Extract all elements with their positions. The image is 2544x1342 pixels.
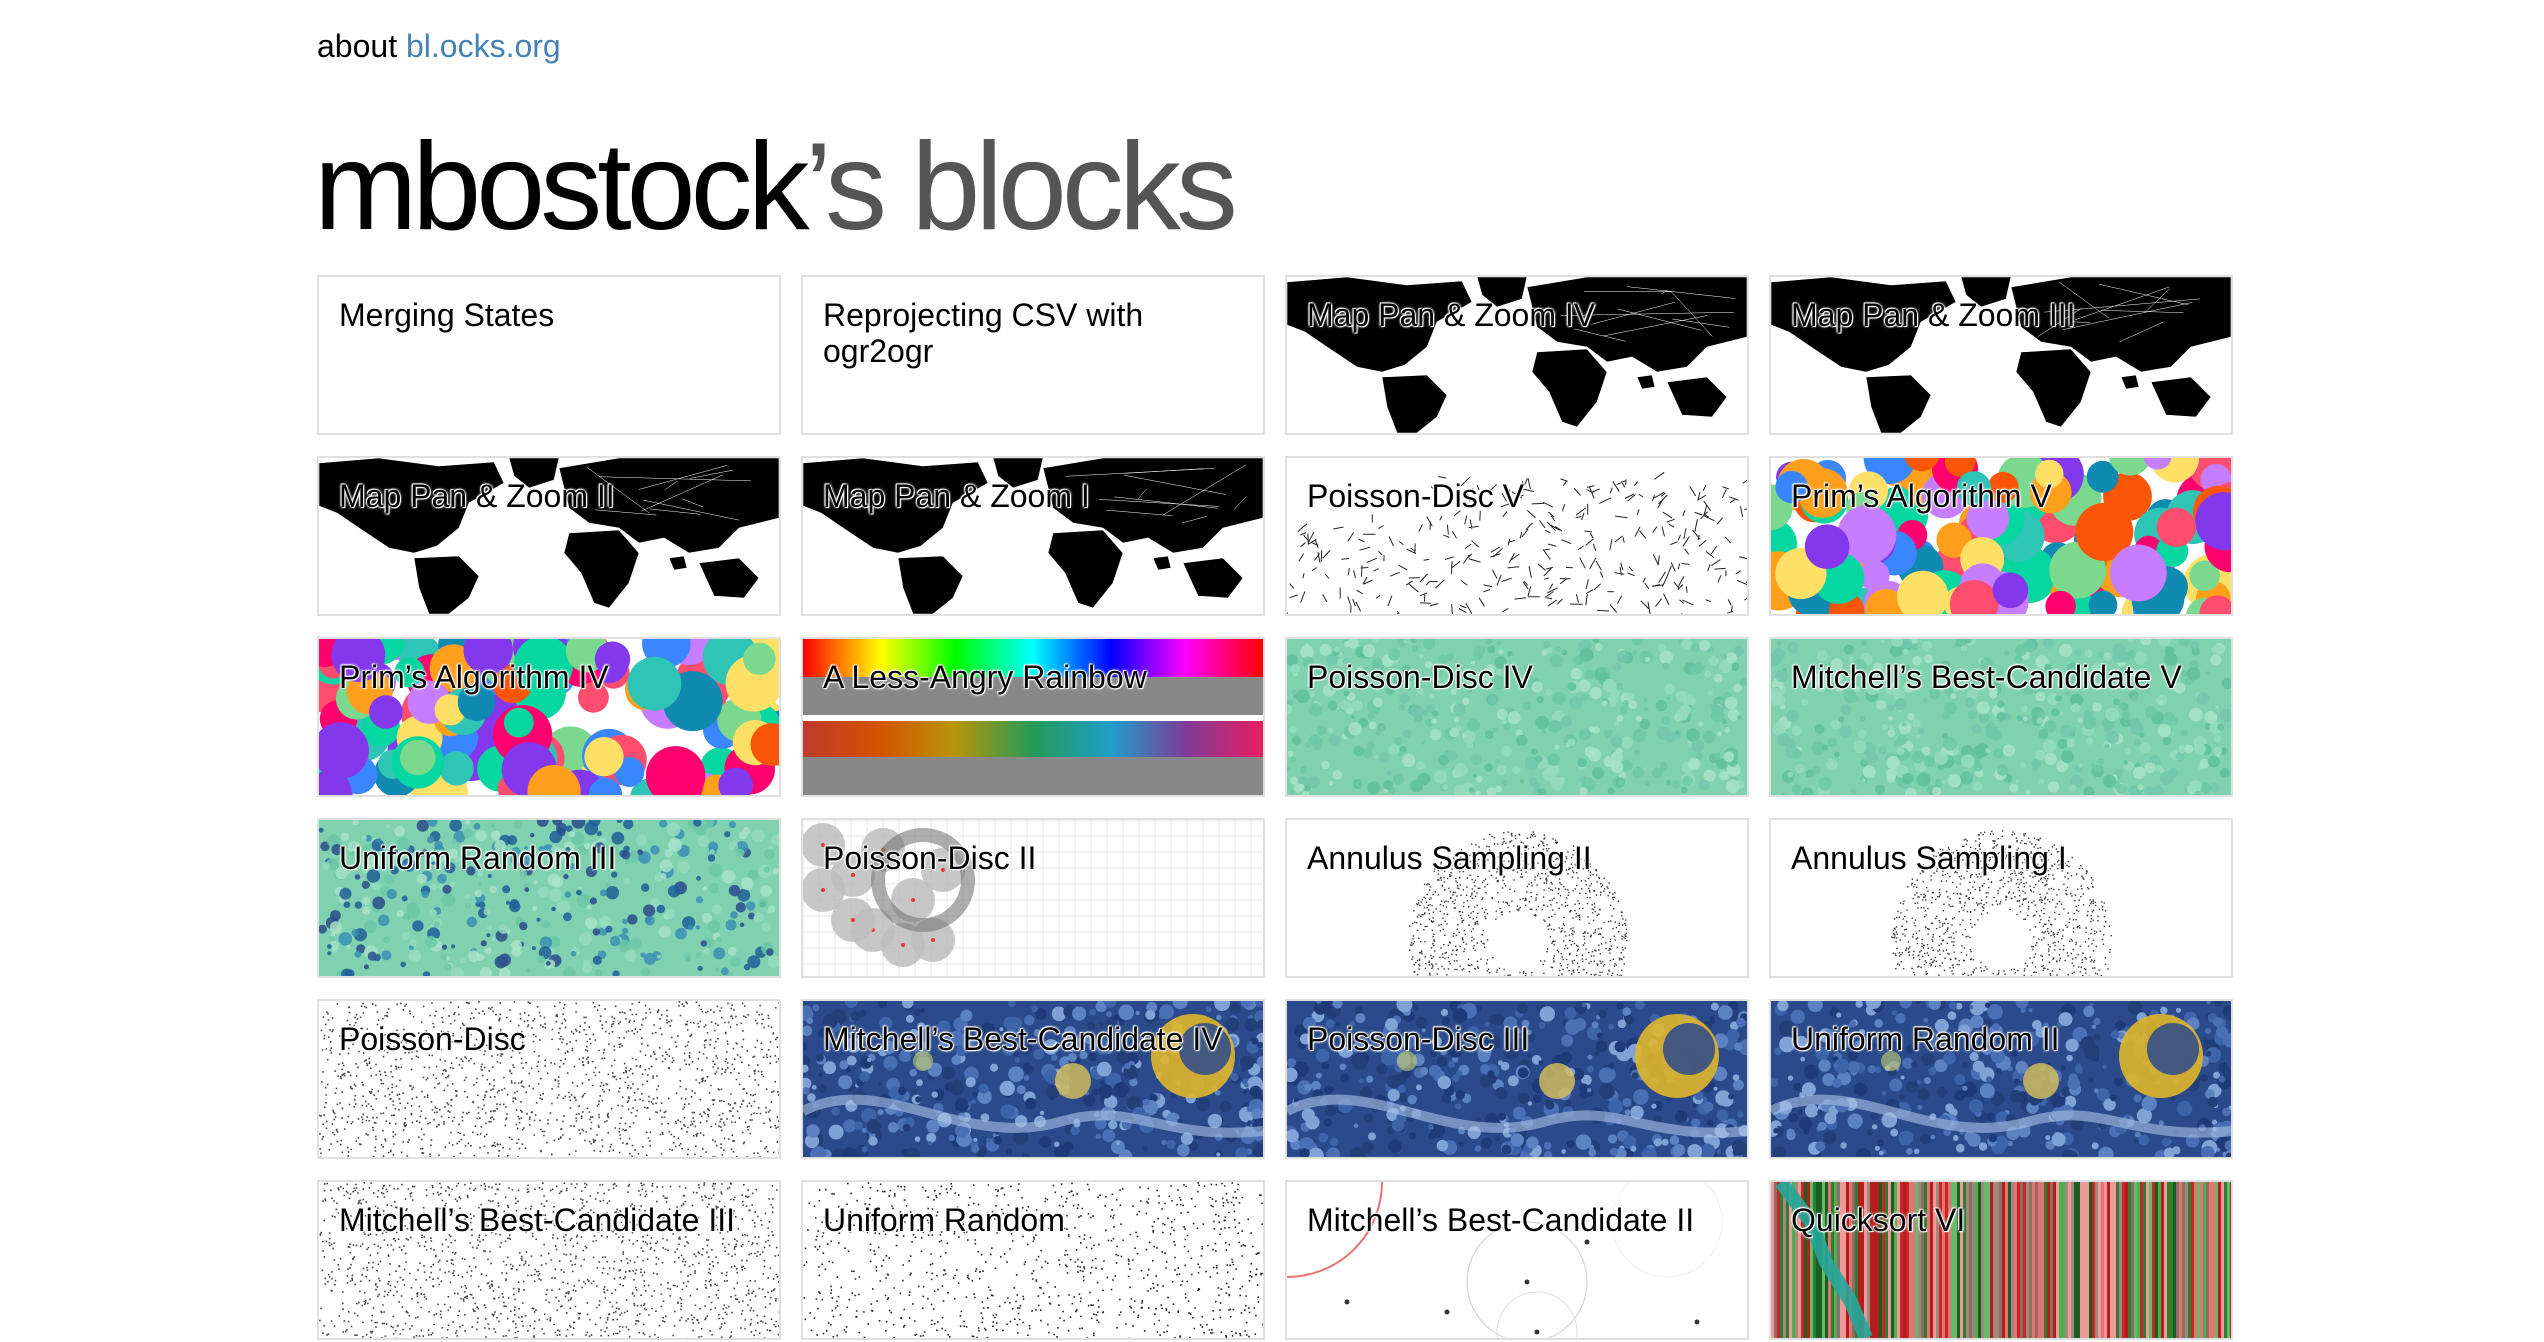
block-card[interactable]: Mitchell’s Best-Candidate III <box>317 1180 781 1340</box>
block-title: Map Pan & Zoom III <box>1791 297 2076 333</box>
block-card[interactable]: Map Pan & Zoom I <box>801 456 1265 616</box>
block-title: Poisson-Disc <box>339 1021 526 1057</box>
block-card[interactable]: Poisson-Disc V <box>1285 456 1749 616</box>
block-card[interactable]: Merging States <box>317 275 781 435</box>
block-card[interactable]: Map Pan & Zoom III <box>1769 275 2233 435</box>
block-card[interactable]: Annulus Sampling I <box>1769 818 2233 978</box>
block-title: Poisson-Disc II <box>823 840 1037 876</box>
page: about bl.ocks.org mbostock’s blocks Merg… <box>0 0 2544 1342</box>
block-card[interactable]: Uniform Random II <box>1769 999 2233 1159</box>
block-title: Quicksort VI <box>1791 1202 1966 1238</box>
block-card[interactable]: Poisson-Disc IV <box>1285 637 1749 797</box>
block-title: Mitchell’s Best-Candidate III <box>339 1202 736 1238</box>
block-card[interactable]: Mitchell’s Best-Candidate V <box>1769 637 2233 797</box>
about-link[interactable]: bl.ocks.org <box>406 28 561 64</box>
title-suffix: ’s blocks <box>804 118 1238 256</box>
block-card[interactable]: Uniform Random III <box>317 818 781 978</box>
block-title: Reprojecting CSV with ogr2ogr <box>823 297 1144 369</box>
block-title: Uniform Random III <box>339 840 617 876</box>
block-title: Poisson-Disc V <box>1307 478 1524 514</box>
block-card[interactable]: Mitchell’s Best-Candidate II <box>1285 1180 1749 1340</box>
block-title: Merging States <box>339 297 555 333</box>
about-prefix: about <box>317 28 398 64</box>
block-title: Poisson-Disc IV <box>1307 659 1533 695</box>
block-card[interactable]: Quicksort VI <box>1769 1180 2233 1340</box>
block-title: Map Pan & Zoom II <box>339 478 615 514</box>
block-card[interactable]: Map Pan & Zoom II <box>317 456 781 616</box>
block-card[interactable]: Annulus Sampling II <box>1285 818 1749 978</box>
block-title: Prim’s Algorithm V <box>1791 478 2052 514</box>
block-title: Uniform Random <box>823 1202 1065 1238</box>
block-title: Map Pan & Zoom IV <box>1307 297 1596 333</box>
block-title: Uniform Random II <box>1791 1021 2060 1057</box>
about-line: about bl.ocks.org <box>317 26 561 66</box>
block-title: Mitchell’s Best-Candidate V <box>1791 659 2182 695</box>
block-title: Mitchell’s Best-Candidate IV <box>823 1021 1223 1057</box>
block-card[interactable]: Mitchell’s Best-Candidate IV <box>801 999 1265 1159</box>
block-card[interactable]: Prim’s Algorithm IV <box>317 637 781 797</box>
block-card[interactable]: Reprojecting CSV with ogr2ogr <box>801 275 1265 435</box>
block-card[interactable]: Poisson-Disc II <box>801 818 1265 978</box>
block-card[interactable]: A Less-Angry Rainbow <box>801 637 1265 797</box>
page-title: mbostock’s blocks <box>314 112 1238 262</box>
block-title: Annulus Sampling I <box>1791 840 2067 876</box>
block-title: Map Pan & Zoom I <box>823 478 1090 514</box>
block-title: Annulus Sampling II <box>1307 840 1592 876</box>
owner-name: mbostock <box>314 118 810 256</box>
block-title: Poisson-Disc III <box>1307 1021 1530 1057</box>
block-card[interactable]: Prim’s Algorithm V <box>1769 456 2233 616</box>
block-card[interactable]: Map Pan & Zoom IV <box>1285 275 1749 435</box>
block-card[interactable]: Uniform Random <box>801 1180 1265 1340</box>
block-card[interactable]: Poisson-Disc III <box>1285 999 1749 1159</box>
block-card[interactable]: Poisson-Disc <box>317 999 781 1159</box>
block-title: Mitchell’s Best-Candidate II <box>1307 1202 1695 1238</box>
block-title: A Less-Angry Rainbow <box>823 659 1147 695</box>
block-title: Prim’s Algorithm IV <box>339 659 609 695</box>
blocks-grid: Merging States Reprojecting CSV with ogr2… <box>317 275 2233 1340</box>
